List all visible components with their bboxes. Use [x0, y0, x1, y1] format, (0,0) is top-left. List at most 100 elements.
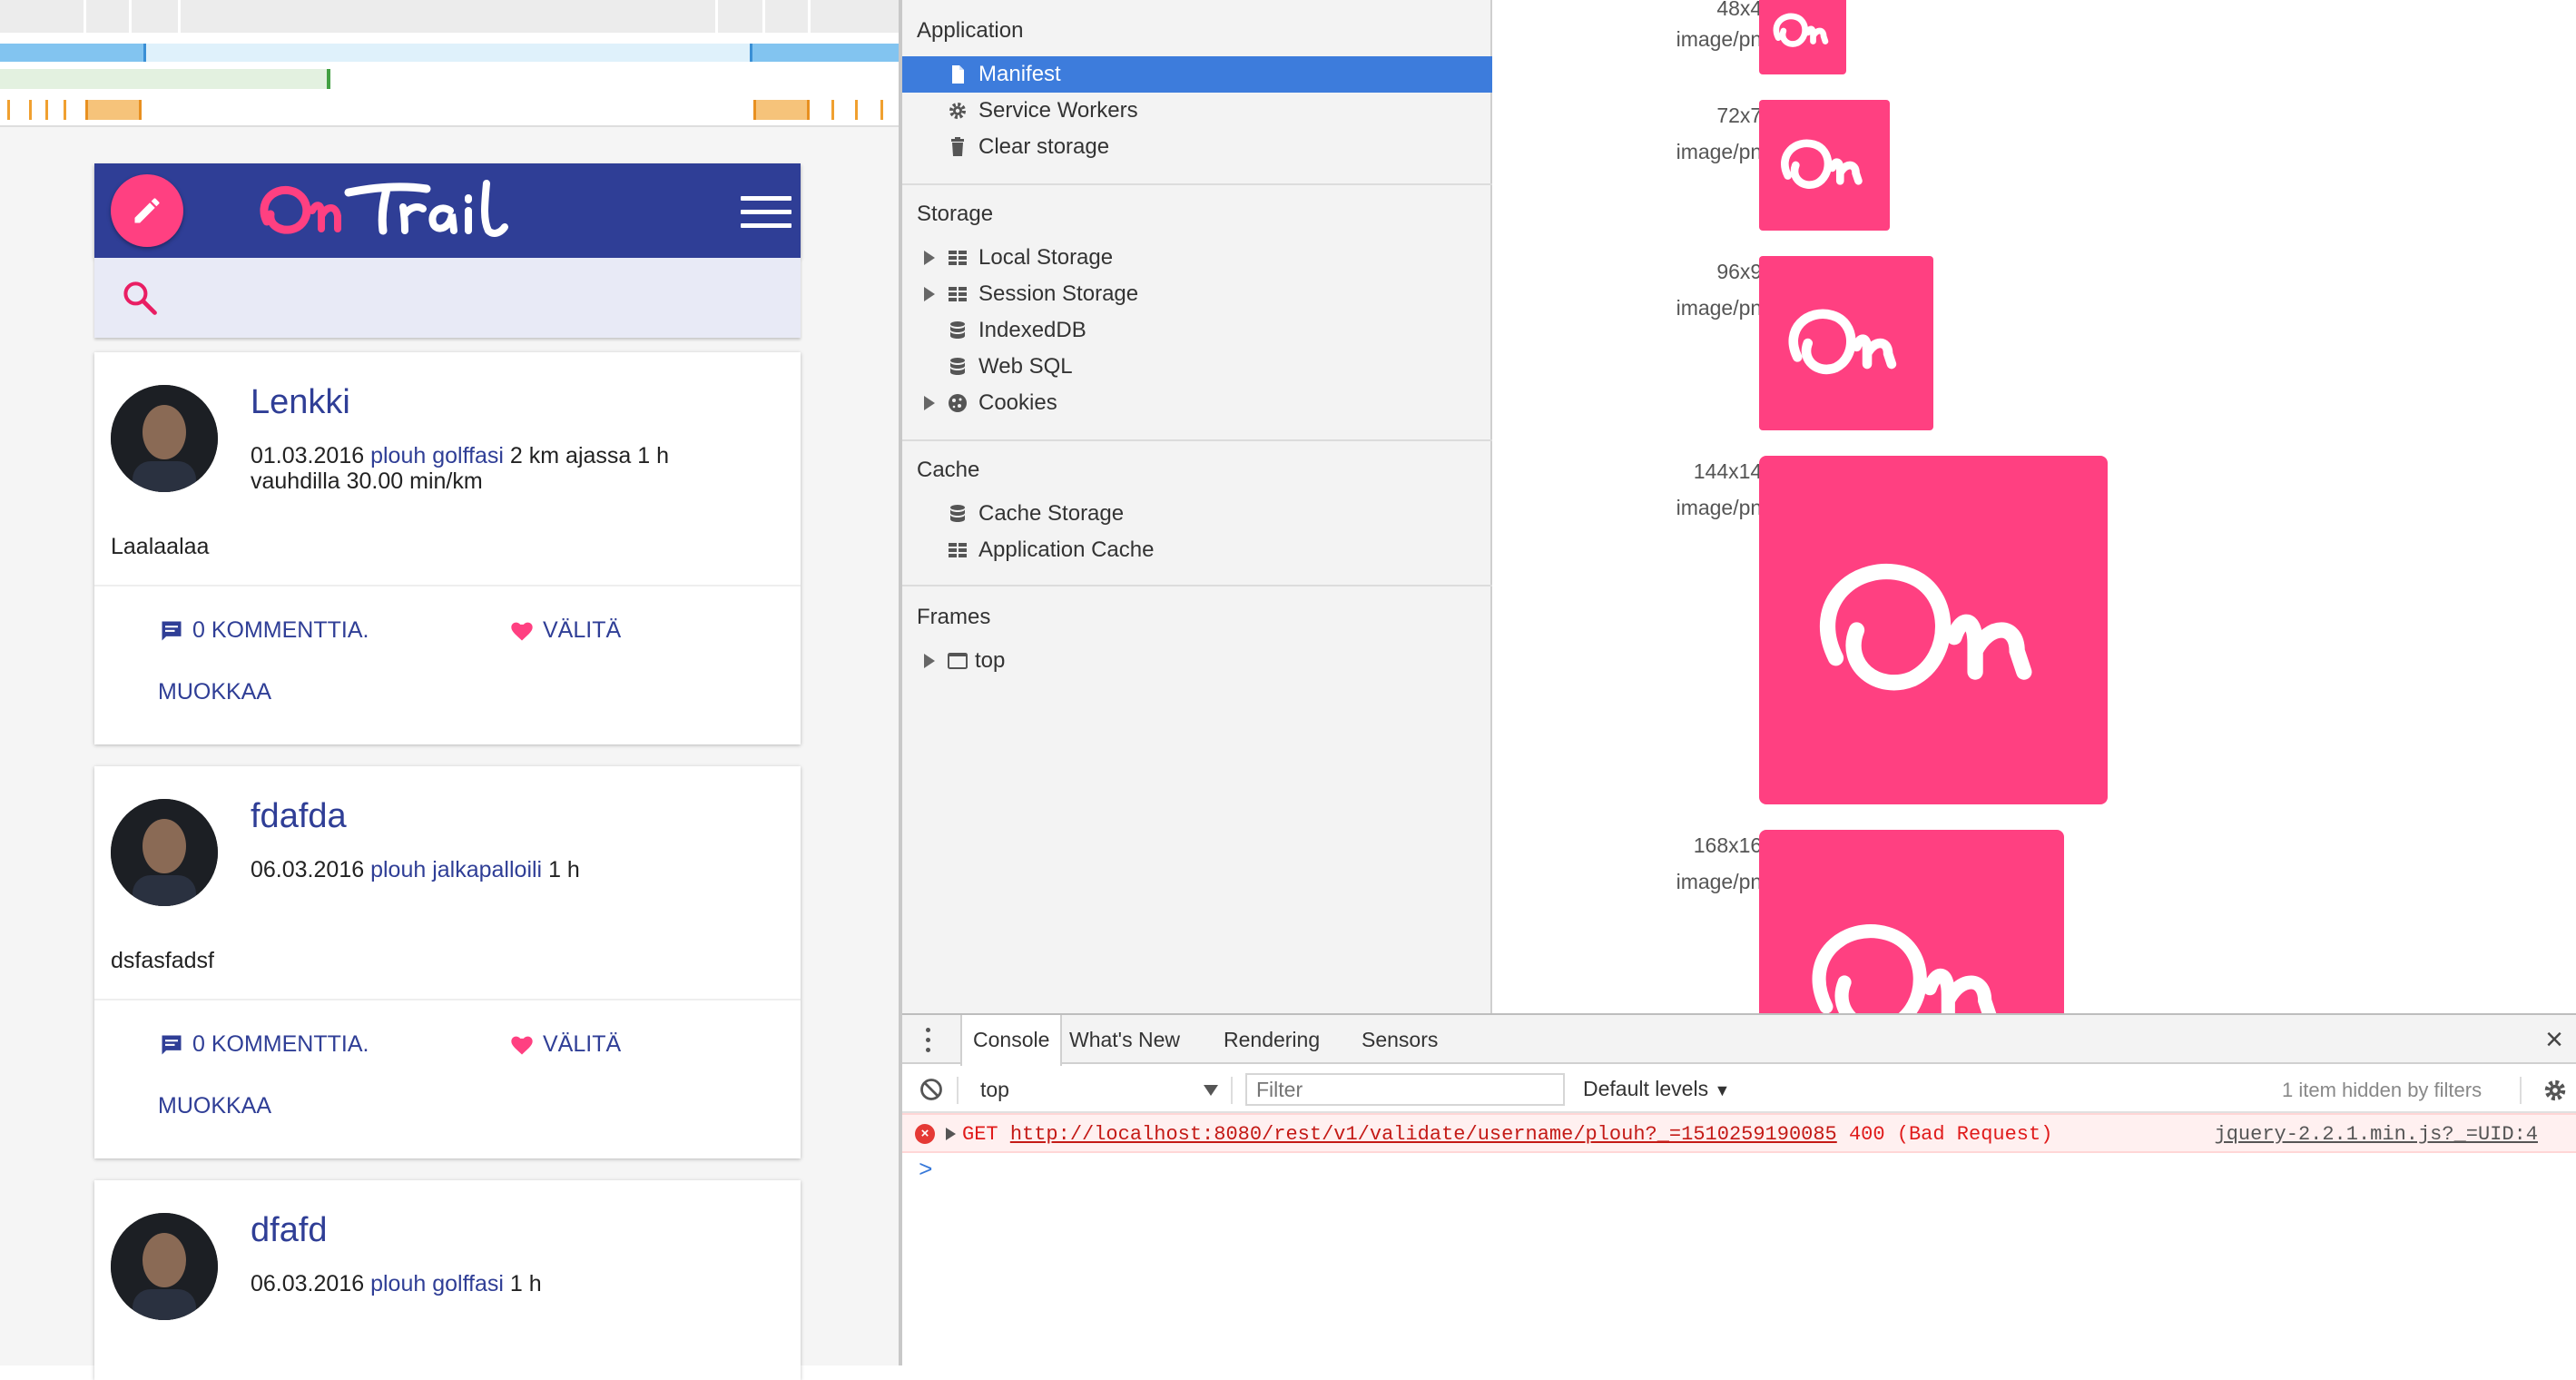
like-button[interactable]: VÄLITÄ: [508, 617, 621, 644]
grid-icon: [949, 543, 967, 557]
performance-timeline[interactable]: [0, 0, 899, 127]
tab-whats-new[interactable]: What's New: [1058, 1015, 1191, 1064]
clear-console-icon[interactable]: [919, 1077, 944, 1102]
section-title-storage: Storage: [917, 202, 994, 226]
edit-button[interactable]: MUOKKAA: [158, 679, 271, 705]
application-sidebar: Application Manifest Service Workers Cle…: [902, 0, 1492, 1013]
comments-button[interactable]: 0 KOMMENTTIA.: [158, 1031, 369, 1058]
section-divider: [902, 585, 1492, 586]
avatar[interactable]: [111, 385, 218, 492]
search-bar[interactable]: [94, 258, 801, 338]
edit-label: MUOKKAA: [158, 1093, 272, 1119]
context-select[interactable]: top: [973, 1073, 1224, 1106]
timeline-tick: [7, 100, 10, 120]
post-sport-link[interactable]: golffasi: [432, 443, 504, 468]
avatar[interactable]: [111, 799, 218, 906]
gear-icon: [949, 103, 966, 119]
sidebar-item-manifest[interactable]: Manifest: [902, 56, 1492, 93]
more-options-icon[interactable]: [926, 1028, 931, 1053]
ontrail-logo[interactable]: [249, 171, 557, 252]
icon-type-label: image/png: [1676, 140, 1774, 163]
like-button[interactable]: VÄLITÄ: [508, 1031, 621, 1058]
divider: [94, 585, 801, 586]
request-url-link[interactable]: http://localhost:8080/rest/v1/validate/u…: [1010, 1123, 1837, 1146]
sidebar-item-session-storage[interactable]: Session Storage: [902, 276, 1492, 312]
search-icon[interactable]: [120, 278, 160, 318]
app-bar: [94, 163, 801, 258]
section-title-cache: Cache: [917, 458, 980, 482]
sidebar-item-application-cache[interactable]: Application Cache: [902, 532, 1492, 568]
edit-button[interactable]: MUOKKAA: [158, 1093, 271, 1119]
app-icon-96: [1759, 256, 1933, 430]
sidebar-item-label: Local Storage: [978, 245, 1114, 270]
grid-icon: [949, 251, 967, 265]
menu-icon[interactable]: [741, 196, 791, 229]
post-user-link[interactable]: plouh: [370, 1271, 426, 1296]
expand-arrow-icon[interactable]: [946, 1128, 956, 1140]
timeline-network-marker: [750, 44, 752, 62]
timeline-tick: [64, 100, 66, 120]
post-user-link[interactable]: plouh: [370, 443, 426, 468]
manifest-panel: 48x48 image/png 72x72 image/png 96x96 im…: [1492, 0, 2576, 1013]
expand-arrow-icon[interactable]: [924, 654, 935, 668]
source-link[interactable]: jquery-2.2.1.min.js?_=UID:4: [2215, 1123, 2538, 1146]
post-details: 1 h: [548, 857, 580, 882]
sidebar-item-web-sql[interactable]: Web SQL: [902, 349, 1492, 385]
post-meta: 01.03.2016 plouh golffasi 2 km ajassa 1 …: [251, 443, 759, 494]
comments-button[interactable]: 0 KOMMENTTIA.: [158, 617, 369, 644]
timeline-separator: [715, 0, 718, 33]
tab-rendering[interactable]: Rendering: [1213, 1015, 1331, 1064]
timeline-tick: [855, 100, 858, 120]
sidebar-item-cache-storage[interactable]: Cache Storage: [902, 496, 1492, 532]
post-meta: 06.03.2016 plouh golffasi 1 h: [251, 1271, 759, 1296]
error-icon: ×: [915, 1124, 935, 1144]
timeline-separator: [84, 0, 86, 33]
tab-console[interactable]: Console: [960, 1015, 1063, 1066]
sidebar-item-frame-top[interactable]: top: [902, 643, 1492, 679]
post-user-link[interactable]: plouh: [370, 857, 426, 882]
sidebar-item-label: Service Workers: [978, 98, 1138, 123]
app-icon-48: [1759, 0, 1846, 74]
console-prompt[interactable]: >: [919, 1157, 933, 1184]
timeline-separator: [808, 0, 811, 33]
post-title[interactable]: fdafda: [251, 797, 347, 836]
sidebar-item-clear-storage[interactable]: Clear storage: [902, 129, 1492, 165]
document-icon: [952, 65, 964, 84]
device-preview: Lenkki 01.03.2016 plouh golffasi 2 km aj…: [0, 0, 899, 1380]
sidebar-item-service-workers[interactable]: Service Workers: [902, 93, 1492, 129]
section-divider: [902, 183, 1492, 185]
sidebar-item-local-storage[interactable]: Local Storage: [902, 240, 1492, 276]
sidebar-item-label: Clear storage: [978, 134, 1110, 159]
close-icon[interactable]: ×: [2545, 1024, 2563, 1055]
console-error-message[interactable]: × GET http://localhost:8080/rest/v1/vali…: [902, 1113, 2576, 1153]
database-icon: [950, 358, 965, 375]
gear-icon[interactable]: [2542, 1077, 2569, 1104]
post-card: Lenkki 01.03.2016 plouh golffasi 2 km aj…: [94, 352, 801, 744]
expand-arrow-icon[interactable]: [924, 251, 935, 265]
log-levels-dropdown[interactable]: Default levels ▼: [1583, 1077, 1730, 1101]
timeline-separator: [129, 0, 132, 33]
timeline-separator: [762, 0, 765, 33]
toolbar-divider: [1231, 1077, 1233, 1104]
icon-type-label: image/png: [1676, 27, 1774, 51]
section-title-frames: Frames: [917, 605, 991, 629]
tab-sensors[interactable]: Sensors: [1351, 1015, 1449, 1064]
expand-arrow-icon[interactable]: [924, 396, 935, 410]
post-title[interactable]: Lenkki: [251, 383, 350, 422]
filter-input[interactable]: [1245, 1073, 1565, 1106]
timeline-network-bar: [752, 44, 899, 62]
expand-arrow-icon[interactable]: [924, 287, 935, 301]
timeline-activity-block: [85, 100, 142, 120]
new-post-button[interactable]: [111, 174, 183, 247]
sidebar-item-cookies[interactable]: Cookies: [902, 385, 1492, 421]
post-sport-link[interactable]: golffasi: [432, 1271, 504, 1296]
post-title[interactable]: dfafd: [251, 1211, 328, 1250]
sidebar-item-indexeddb[interactable]: IndexedDB: [902, 312, 1492, 349]
timeline-main-track: [0, 69, 327, 89]
section-divider: [902, 439, 1492, 441]
avatar[interactable]: [111, 1213, 218, 1320]
post-sport-link[interactable]: jalkapalloili: [432, 857, 542, 882]
console-toolbar: top Default levels ▼ 1 item hidden by fi…: [902, 1066, 2576, 1113]
frame-icon: [948, 653, 968, 669]
database-icon: [950, 505, 965, 522]
